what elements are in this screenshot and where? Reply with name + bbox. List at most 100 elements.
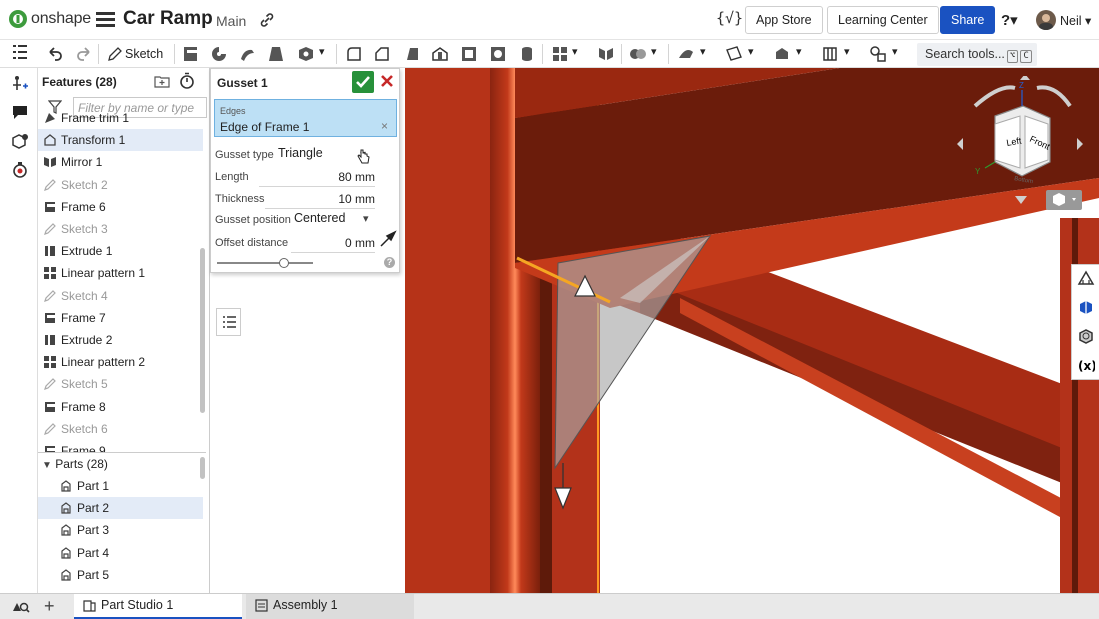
chevron-down-icon[interactable]: ▾	[319, 45, 325, 58]
cylinder-icon[interactable]	[517, 44, 537, 64]
edges-selection-field[interactable]: Edges Edge of Frame 1 ×	[214, 99, 397, 137]
sheet-metal-icon[interactable]	[820, 44, 840, 64]
hamburger-menu-icon[interactable]	[96, 10, 115, 28]
parts-header[interactable]: ▼ Parts (28)	[42, 457, 108, 471]
feature-item[interactable]: Linear pattern 2	[38, 351, 203, 373]
part-item[interactable]: Part 3	[38, 519, 203, 541]
part-item[interactable]: Part 1	[38, 475, 203, 497]
chevron-down-icon[interactable]: ▾	[363, 212, 369, 225]
feature-item[interactable]: Sketch 6	[38, 418, 203, 440]
help-icon[interactable]: ?	[384, 257, 395, 268]
length-row[interactable]: Length 80 mm	[215, 167, 375, 187]
thickness-input[interactable]: 10 mm	[338, 192, 375, 206]
sketch-button[interactable]: Sketch	[105, 44, 163, 64]
hole-icon[interactable]	[488, 44, 508, 64]
feature-item[interactable]: Frame 8	[38, 396, 203, 418]
tab-assembly[interactable]: Assembly 1	[246, 594, 414, 619]
variables-table-icon[interactable]: (x)	[1077, 356, 1095, 374]
gusset-type-row[interactable]: Gusset type Triangle ▾	[215, 145, 375, 165]
offset-slider-track[interactable]	[217, 262, 313, 264]
draft-icon[interactable]	[402, 44, 422, 64]
transform-icon[interactable]	[772, 44, 792, 64]
offset-distance-input[interactable]: 0 mm	[345, 236, 375, 250]
length-input[interactable]: 80 mm	[338, 170, 375, 184]
sweep-icon[interactable]	[238, 44, 258, 64]
redo-icon[interactable]	[74, 44, 94, 64]
feature-item[interactable]: Sketch 4	[38, 285, 203, 307]
search-tools-input[interactable]: Search tools... ⌥ C	[917, 43, 1037, 66]
undo-icon[interactable]	[45, 44, 65, 64]
part-item[interactable]: Part 5	[38, 564, 203, 586]
feature-item[interactable]: Frame trim 1	[38, 107, 203, 129]
app-store-button[interactable]: App Store	[745, 6, 823, 34]
chevron-down-icon[interactable]: ▾	[651, 45, 657, 58]
appearance-icon[interactable]	[11, 132, 29, 150]
thickness-row[interactable]: Thickness 10 mm	[215, 189, 375, 209]
feature-item[interactable]: Extrude 1	[38, 240, 203, 262]
feature-item[interactable]: Sketch 3	[38, 218, 203, 240]
rollback-timer-icon[interactable]	[179, 72, 195, 89]
part-item[interactable]: Part 2	[38, 497, 203, 520]
chevron-down-icon[interactable]: ▾	[572, 45, 578, 58]
feature-list-toggle[interactable]	[216, 308, 241, 336]
view-left-arrow-icon[interactable]	[957, 138, 963, 150]
view-right-arrow-icon[interactable]	[1077, 138, 1083, 150]
chevron-down-icon[interactable]: ▾	[748, 45, 754, 58]
workspace-name[interactable]: Main	[216, 13, 246, 29]
add-folder-icon[interactable]	[154, 74, 170, 88]
chevron-down-icon[interactable]: ▾	[700, 45, 706, 58]
split-icon[interactable]	[676, 44, 696, 64]
flip-direction-icon[interactable]	[379, 230, 397, 248]
chevron-down-icon[interactable]: ▾	[844, 45, 850, 58]
gusset-type-select[interactable]: Triangle	[278, 146, 323, 160]
document-title[interactable]: Car Ramp	[123, 8, 213, 30]
feature-item[interactable]: Frame 6	[38, 196, 203, 218]
accept-button[interactable]	[352, 71, 374, 93]
learning-center-button[interactable]: Learning Center	[827, 6, 939, 34]
chevron-down-icon[interactable]: ▾	[892, 45, 898, 58]
feature-item[interactable]: Transform 1	[38, 129, 203, 152]
gusset-position-row[interactable]: Gusset position Centered ▾	[215, 210, 375, 230]
feature-item[interactable]: Mirror 1	[38, 151, 203, 173]
chevron-down-icon[interactable]: ▼	[42, 460, 52, 471]
onshape-logo-icon[interactable]	[8, 9, 28, 29]
pattern-icon[interactable]	[550, 44, 570, 64]
add-tab-button[interactable]: +	[44, 596, 62, 616]
offset-distance-row[interactable]: Offset distance 0 mm	[215, 233, 375, 253]
mass-properties-icon[interactable]	[11, 161, 29, 179]
render-mode-icon[interactable]	[1077, 327, 1095, 345]
link-icon[interactable]	[259, 12, 275, 28]
rib-icon[interactable]	[430, 44, 450, 64]
feature-list-scrollbar[interactable]	[200, 248, 205, 413]
fillet-icon[interactable]	[344, 44, 364, 64]
cancel-x-icon[interactable]	[380, 74, 394, 88]
tab-part-studio[interactable]: Part Studio 1	[74, 594, 242, 619]
part-item[interactable]: Part 4	[38, 542, 203, 564]
rotate-left-arrow-icon[interactable]	[973, 85, 1016, 108]
measure-icon[interactable]	[1077, 269, 1095, 287]
chamfer-icon[interactable]	[372, 44, 392, 64]
search-tabs-icon[interactable]	[12, 599, 30, 615]
rotate-right-arrow-icon[interactable]	[1036, 85, 1072, 108]
share-button[interactable]: Share	[940, 6, 996, 34]
view-down-arrow-icon[interactable]	[1015, 196, 1027, 204]
feature-item[interactable]: Linear pattern 1	[38, 262, 203, 284]
loft-icon[interactable]	[266, 44, 286, 64]
view-up-arrow-icon[interactable]	[1020, 76, 1030, 80]
offset-slider-thumb[interactable]	[279, 258, 290, 268]
feature-item[interactable]: Frame 7	[38, 307, 203, 329]
clear-selection-icon[interactable]: ×	[381, 119, 388, 133]
parts-list-scrollbar[interactable]	[200, 457, 205, 479]
feature-item[interactable]: Sketch 5	[38, 373, 203, 395]
gusset-position-select[interactable]: Centered	[294, 211, 345, 225]
plane-icon[interactable]	[724, 44, 744, 64]
revolve-icon[interactable]	[209, 44, 229, 64]
user-menu[interactable]: Neil ▾	[1060, 13, 1091, 28]
feature-item[interactable]: Sketch 2	[38, 174, 203, 196]
boolean-icon[interactable]	[628, 44, 648, 64]
section-view-icon[interactable]	[1077, 298, 1095, 316]
feature-item[interactable]: Extrude 2	[38, 329, 203, 351]
help-menu-icon[interactable]: ?▾	[1001, 11, 1029, 29]
variables-icon[interactable]: {√}	[716, 9, 743, 31]
shell-icon[interactable]	[459, 44, 479, 64]
